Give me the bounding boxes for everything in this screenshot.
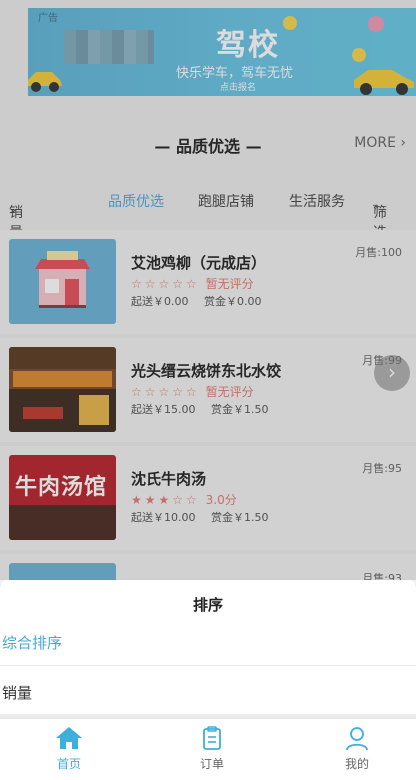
sort-option-sales[interactable]: 销量 [2,682,32,703]
clipboard-icon [203,726,221,750]
divider [0,665,416,666]
user-icon [346,727,368,751]
modal-backdrop[interactable] [0,0,416,580]
home-icon [56,727,82,749]
nav-home-label: 首页 [56,757,81,771]
sort-option-default[interactable]: 综合排序 [2,632,62,653]
nav-orders[interactable]: 订单 [143,719,281,780]
sort-sheet: 排序 综合排序 销量 [0,580,416,714]
nav-home[interactable]: 首页 [0,719,138,780]
bottom-nav: 首页 订单 我的 [0,718,416,780]
nav-mine-label: 我的 [344,757,369,771]
sort-sheet-title: 排序 [192,596,223,614]
nav-orders-label: 订单 [199,757,224,771]
nav-mine[interactable]: 我的 [288,719,416,780]
